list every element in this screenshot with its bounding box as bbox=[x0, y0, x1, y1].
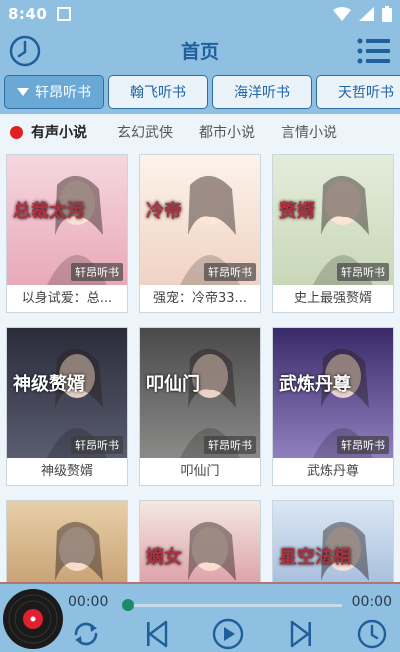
book-cover-title: 武炼丹尊 bbox=[279, 374, 351, 395]
active-category-dot-icon bbox=[10, 125, 23, 139]
book-cover-title: 赘婿 bbox=[279, 201, 315, 222]
station-tab-xuanang[interactable]: 轩昂听书 bbox=[4, 75, 104, 109]
page-title: 首页 bbox=[180, 40, 219, 63]
book-card[interactable]: 神级赘婿 轩昂听书 神级赘婿 bbox=[6, 327, 128, 486]
wifi-icon bbox=[333, 7, 351, 21]
station-tab-haiyang[interactable]: 海洋听书 bbox=[212, 75, 312, 109]
category-tab-fantasy[interactable]: 玄幻武侠 bbox=[117, 122, 173, 142]
book-cover-image: 总裁太污轩昂听书 bbox=[7, 155, 127, 285]
category-tab-urban[interactable]: 都市小说 bbox=[199, 122, 255, 142]
book-card[interactable]: 赘婿轩昂听书史上最强赘婿 bbox=[272, 154, 394, 313]
book-card[interactable]: 叩仙门 轩昂听书 叩仙门 bbox=[139, 327, 261, 486]
book-card[interactable]: 星空法相 bbox=[272, 500, 394, 582]
book-cover-title: 冷帝 bbox=[146, 201, 182, 222]
repeat-icon[interactable] bbox=[70, 618, 102, 650]
book-title: 武炼丹尊 bbox=[306, 464, 359, 479]
book-title: 神级赘婿 bbox=[40, 464, 93, 479]
notification-icon bbox=[57, 7, 72, 21]
book-cover-image: 冷帝轩昂听书 bbox=[140, 155, 260, 285]
category-tab-romance[interactable]: 言情小说 bbox=[281, 122, 337, 142]
timer-icon[interactable] bbox=[356, 618, 388, 650]
source-badge: 轩昂听书 bbox=[71, 263, 123, 281]
station-tab-label: 翰飞听书 bbox=[130, 85, 186, 101]
source-badge: 轩昂听书 bbox=[204, 436, 256, 454]
station-tab-label: 轩昂听书 bbox=[35, 85, 91, 101]
book-cover-image: 星空法相 bbox=[273, 501, 393, 582]
player-bar: 00:00 00:00 bbox=[0, 582, 400, 652]
book-title: 以身试爱：总... bbox=[21, 291, 113, 306]
station-tabs: 轩昂听书 翰飞听书 海洋听书 天哲听书 bbox=[0, 72, 400, 114]
book-cover-title: 星空法相 bbox=[279, 547, 351, 568]
book-card[interactable]: 嫡女 bbox=[139, 500, 261, 582]
category-tab-audio-novel[interactable]: 有声小说 bbox=[31, 122, 87, 142]
menu-icon[interactable] bbox=[356, 34, 392, 68]
station-tab-tianzhe[interactable]: 天哲听书 bbox=[316, 75, 400, 109]
book-grid: 总裁太污 轩昂听书 以身试爱：总... 冷帝 轩昂听书 强宠：冷帝33... 赘婿 轩昂听书史… bbox=[0, 150, 400, 582]
source-badge: 轩昂听书 bbox=[204, 263, 256, 281]
previous-icon[interactable] bbox=[142, 618, 174, 650]
book-cover-title: 叩仙门 bbox=[146, 374, 200, 395]
vinyl-icon[interactable] bbox=[2, 588, 64, 650]
signal-icon bbox=[359, 7, 374, 21]
book-card[interactable]: 总裁太污轩昂听书以身试爱：总... bbox=[6, 154, 128, 313]
book-card[interactable]: 冷帝轩昂听书强宠：冷帝33... bbox=[139, 154, 261, 313]
elapsed-time: 00:00 bbox=[68, 594, 109, 610]
seek-bar[interactable] bbox=[128, 604, 342, 607]
dropdown-triangle-icon bbox=[17, 88, 29, 96]
source-badge: 轩昂听书 bbox=[71, 436, 123, 454]
book-cover-title: 嫡女 bbox=[146, 547, 182, 568]
play-icon[interactable] bbox=[212, 618, 244, 650]
book-cover-title: 总裁太污 bbox=[13, 201, 85, 222]
book-cover-image bbox=[7, 501, 127, 582]
book-cover-image: 武炼丹尊轩昂听书 bbox=[273, 328, 393, 458]
source-badge: 轩昂听书 bbox=[337, 436, 389, 454]
book-cover-image: 嫡女 bbox=[140, 501, 260, 582]
source-badge: 轩昂听书 bbox=[337, 263, 389, 281]
status-time: 8:40 bbox=[8, 5, 48, 23]
status-bar: 8:40 bbox=[0, 0, 400, 28]
book-title: 史上最强赘婿 bbox=[293, 291, 372, 306]
book-cover-image: 赘婿轩昂听书 bbox=[273, 155, 393, 285]
book-card[interactable] bbox=[6, 500, 128, 582]
book-title: 叩仙门 bbox=[180, 464, 220, 479]
duration-time: 00:00 bbox=[351, 594, 392, 610]
book-cover-image: 叩仙门轩昂听书 bbox=[140, 328, 260, 458]
station-tab-label: 天哲听书 bbox=[338, 85, 394, 101]
book-title: 强宠：冷帝33... bbox=[153, 291, 247, 306]
next-icon[interactable] bbox=[284, 618, 316, 650]
book-cover-title: 神级赘婿 bbox=[13, 374, 85, 395]
category-tabs: 有声小说 玄幻武侠 都市小说 言情小说 bbox=[0, 114, 400, 150]
station-tab-hanfei[interactable]: 翰飞听书 bbox=[108, 75, 208, 109]
station-tab-label: 海洋听书 bbox=[234, 85, 290, 101]
book-card[interactable]: 武炼丹尊 轩昂听书 武炼丹尊 bbox=[272, 327, 394, 486]
app-bar: 首页 bbox=[0, 28, 400, 72]
book-cover-image: 神级赘婿轩昂听书 bbox=[7, 328, 127, 458]
clock-icon[interactable] bbox=[8, 34, 42, 68]
battery-icon bbox=[382, 6, 392, 22]
seek-thumb[interactable] bbox=[122, 599, 134, 611]
